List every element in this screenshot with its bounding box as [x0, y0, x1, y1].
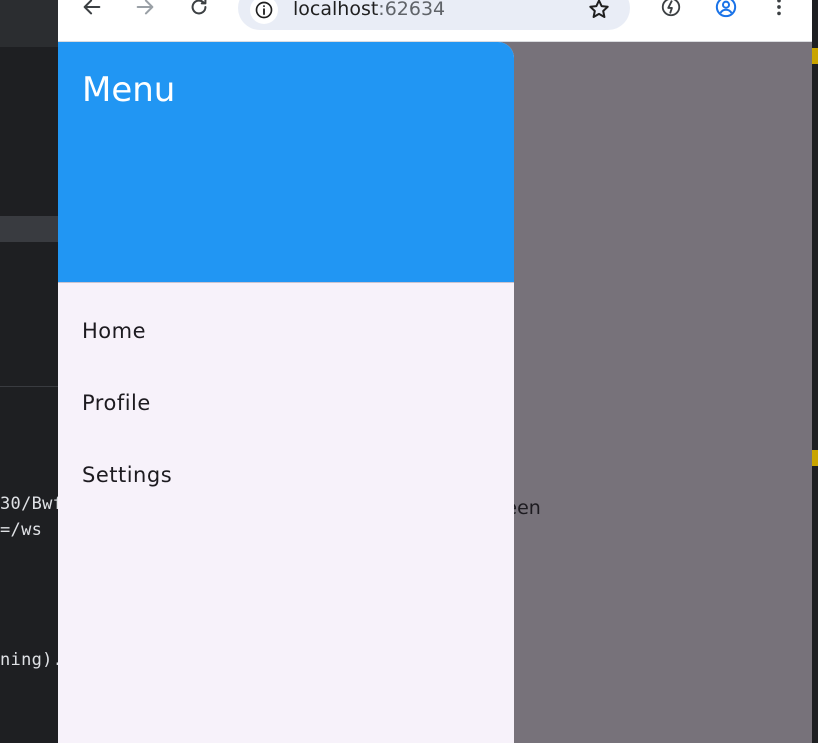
ide-marker [812, 48, 818, 64]
drawer-item-settings[interactable]: Settings [58, 439, 514, 511]
drawer-item-label: Home [82, 319, 147, 343]
browser-toolbar: localhost:62634 [58, 0, 812, 42]
account-icon [715, 0, 737, 18]
forward-button[interactable] [128, 0, 162, 24]
ide-code-line: =/ws [0, 520, 43, 540]
ide-highlighted-line [0, 216, 58, 242]
back-button[interactable] [75, 0, 109, 24]
ide-right-edge [812, 0, 818, 743]
drawer-title: Menu [82, 70, 176, 110]
reload-icon [191, 0, 207, 15]
arrow-left-icon [83, 0, 101, 15]
extension-button[interactable] [654, 0, 688, 24]
reload-button[interactable] [182, 0, 216, 24]
url-host: localhost [293, 0, 379, 20]
drawer-list: Home Profile Settings [58, 295, 514, 511]
drawer-item-home[interactable]: Home [58, 295, 514, 367]
drawer-item-label: Settings [82, 463, 173, 487]
site-info-button[interactable] [250, 0, 278, 24]
ide-marker [812, 450, 818, 466]
browser-window: localhost:62634 reen Menu Home Profile S… [58, 0, 812, 743]
drawer-item-label: Profile [82, 391, 151, 415]
page-content: reen Menu Home Profile Settings [58, 42, 812, 743]
drawer-header: Menu [58, 42, 514, 283]
arrow-right-icon [136, 0, 154, 15]
ide-panel-divider [0, 386, 58, 387]
star-icon [589, 0, 609, 18]
ide-background: 30/Bwf =/ws ning). [0, 0, 58, 743]
drawer-item-profile[interactable]: Profile [58, 367, 514, 439]
ide-toolbar [0, 0, 58, 47]
menu-button[interactable] [762, 0, 796, 24]
ide-code-line: ning). [0, 650, 58, 670]
ide-code-line: 30/Bwf [0, 494, 58, 514]
performance-icon [661, 0, 681, 17]
url-text[interactable]: localhost:62634 [293, 0, 445, 20]
navigation-drawer: Menu Home Profile Settings [58, 42, 514, 743]
address-bar[interactable]: localhost:62634 [238, 0, 630, 30]
url-port: :62634 [378, 0, 446, 20]
profile-button[interactable] [709, 0, 743, 24]
info-icon [255, 1, 273, 19]
bookmark-button[interactable] [586, 0, 612, 22]
more-vert-icon [777, 0, 781, 16]
drawer-scrim[interactable] [514, 42, 812, 743]
